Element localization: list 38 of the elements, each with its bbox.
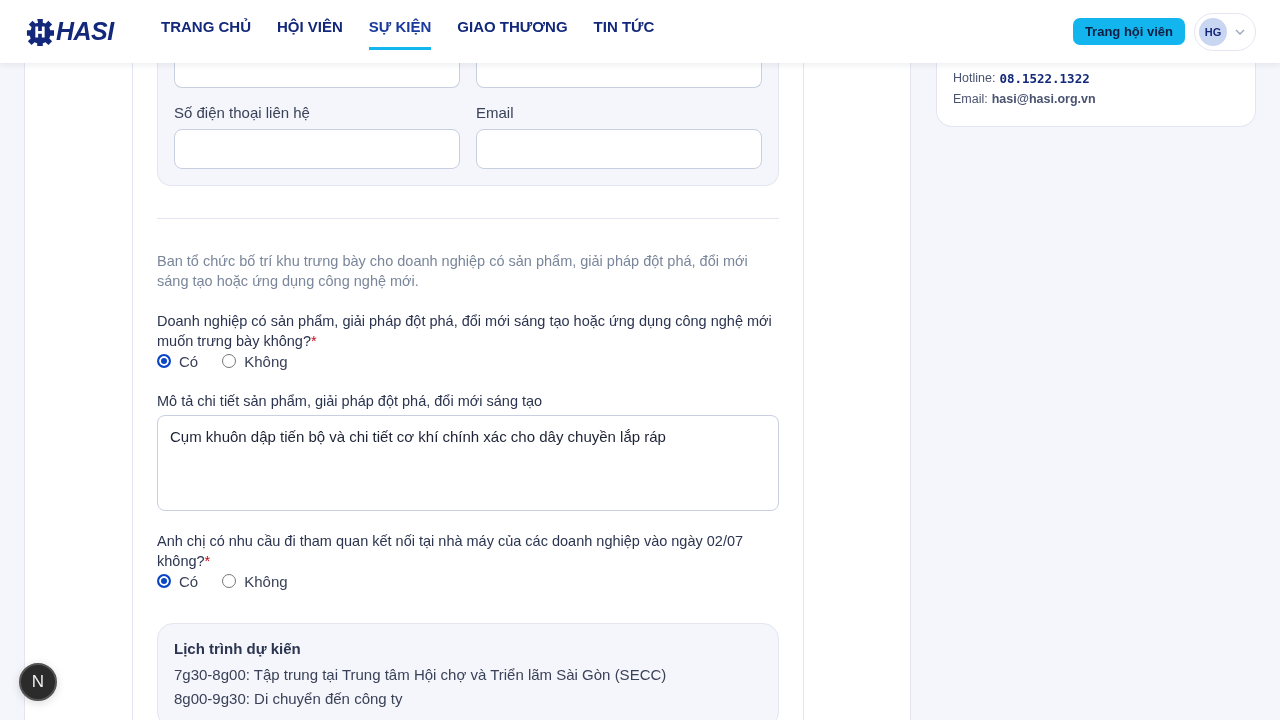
field-label: Email	[476, 104, 515, 121]
schedule-title: Lịch trình dự kiến	[174, 640, 302, 657]
radio-label: Có	[179, 352, 199, 370]
radio-button[interactable]	[222, 354, 237, 368]
nav-link[interactable]: TRANG CHỦ	[161, 0, 251, 50]
account-menu[interactable]: HG	[1194, 12, 1256, 51]
logo[interactable]: HASI	[26, 17, 128, 46]
radio-label: Không	[244, 352, 288, 370]
dev-badge-button[interactable]: N	[19, 663, 57, 701]
schedule-line: 8g00-9g30: Di chuyển đến công ty	[174, 689, 404, 709]
hotline-link[interactable]: 08.1522.1322	[999, 68, 1090, 89]
email-label: Email:	[953, 91, 988, 108]
nav-link[interactable]: HỘI VIÊN	[277, 0, 343, 50]
email-link[interactable]: hasi@hasi.org.vn	[991, 89, 1096, 110]
radio-button[interactable]	[157, 354, 171, 368]
nav-link[interactable]: SỰ KIỆN	[368, 0, 432, 50]
avatar: HG	[1199, 17, 1227, 46]
field-label: Số điện thoại liên hệ	[174, 104, 311, 121]
text-area[interactable]: Cụm khuôn dập tiến bộ và chi tiết cơ khí chính xác cho dây chuyền lắp ráp	[157, 415, 779, 511]
question-label: Anh chị có nhu cầu đi tham quan kết nối tại nhà máy của các doanh nghiệp vào ngày 02/07 không?*	[157, 532, 745, 571]
radio-button[interactable]	[157, 574, 171, 588]
radio-button[interactable]	[222, 574, 237, 588]
question-label: Mô tả chi tiết sản phẩm, giải pháp đột phá, đổi mới sáng tạo	[157, 392, 544, 411]
schedule-line: 7g30-8g00: Tập trung tại Trung tâm Hội chợ và Triển lãm Sài Gòn (SECC)	[174, 665, 668, 685]
member-button[interactable]: Trang hội viên	[1072, 18, 1185, 45]
nav-link[interactable]: GIAO THƯƠNG	[457, 0, 568, 50]
input-field[interactable]	[476, 129, 762, 169]
gear-icon	[26, 17, 54, 46]
input-field[interactable]	[476, 63, 762, 88]
chevron-down-icon	[1235, 28, 1245, 35]
question-label: Doanh nghiệp có sản phẩm, giải pháp đột phá, đổi mới sáng tạo hoặc ứng dụng công nghệ mới muốn trưng bày không?*	[157, 312, 773, 351]
radio-label: Không	[244, 572, 288, 590]
hotline-label: Hotline:	[953, 70, 996, 87]
nav-link[interactable]: TIN TỨC	[593, 0, 655, 50]
input-field[interactable]	[174, 63, 460, 88]
intro-text: Ban tổ chức bố trí khu trưng bày cho doanh nghiệp có sản phẩm, giải pháp đột phá, đổi mới sáng tạo hoặc ứng dụng công nghệ mới.	[157, 252, 749, 291]
radio-label: Có	[179, 572, 199, 590]
input-field[interactable]	[174, 129, 460, 169]
